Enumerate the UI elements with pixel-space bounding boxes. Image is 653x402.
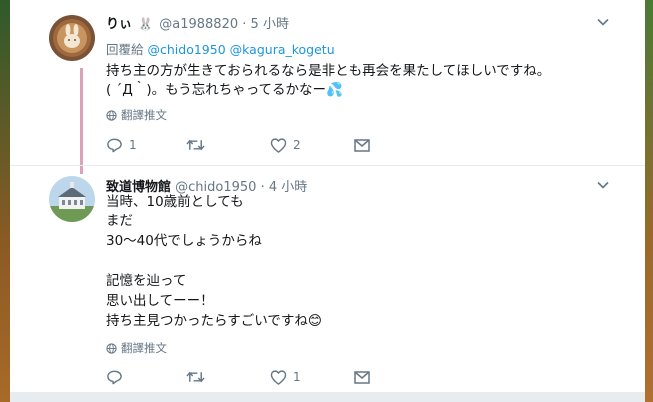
translate-label: 翻譯推文: [121, 108, 167, 122]
tweet-text-line: 30〜40代でしょうからね: [106, 233, 262, 249]
thread-connector-line: [80, 68, 83, 174]
tweet-actions: 1: [106, 369, 434, 385]
translate-tweet-link[interactable]: 翻譯推文: [106, 340, 167, 356]
globe-icon: [106, 342, 117, 354]
chevron-down-icon[interactable]: [597, 179, 609, 191]
mention-link[interactable]: @kagura_kogetu: [230, 42, 335, 57]
globe-icon: [106, 109, 117, 121]
avatar-latte-art[interactable]: [49, 15, 95, 61]
translate-label: 翻譯推文: [121, 341, 167, 355]
tweet-text-line: ( ´Д｀)。もう忘れちゃってるかなー💦: [106, 82, 343, 98]
separator: ·: [260, 180, 265, 195]
envelope-icon: [354, 138, 370, 152]
mention-link[interactable]: @chido1950: [148, 42, 226, 57]
tweet-text-line: 持ち主の方が生きておられるなら是非とも再会を果たしてほしいですね。: [106, 63, 551, 79]
tweet-2[interactable]: 致道博物館 @chido1950 · 4 小時 当時、10歳前としても まだ 3…: [10, 166, 645, 392]
timestamp[interactable]: 4 小時: [269, 180, 307, 195]
tweet-header: りぃ 🐰 @a1988820 · 5 小時: [106, 13, 289, 32]
tweet-text-line: 持ち主見つかったらすごいですね😊: [106, 313, 322, 329]
reply-icon: [107, 370, 122, 385]
like-count: 1: [293, 370, 301, 384]
retweet-icon: [186, 139, 205, 151]
handle[interactable]: @a1988820: [159, 17, 238, 32]
like-button[interactable]: 2: [266, 137, 350, 153]
tweet-text-line: 当時、10歳前としても: [106, 194, 244, 210]
reply-prefix: 回覆給: [106, 42, 144, 57]
tweet-thread-card: りぃ 🐰 @a1988820 · 5 小時 回覆給 @chido1950 @ka…: [10, 0, 645, 402]
timestamp[interactable]: 5 小時: [251, 17, 289, 32]
background-left-edge: [0, 0, 10, 402]
direct-message-button[interactable]: [350, 138, 434, 152]
envelope-icon: [354, 370, 370, 384]
tweet-text-line: 思い出してーー！: [106, 293, 214, 309]
reply-count: 1: [129, 138, 137, 152]
tweet-1[interactable]: りぃ 🐰 @a1988820 · 5 小時 回覆給 @chido1950 @ka…: [10, 0, 645, 165]
like-button[interactable]: 1: [266, 369, 350, 385]
tweet-text-line: 記憶を辿って: [106, 273, 187, 289]
background-right-edge: [645, 0, 653, 402]
translate-tweet-link[interactable]: 翻譯推文: [106, 107, 167, 123]
reply-button[interactable]: 1: [106, 137, 186, 153]
heart-icon: [270, 369, 287, 385]
retweet-icon: [186, 371, 205, 383]
tweet-actions: 1 2: [106, 137, 434, 153]
chevron-down-icon[interactable]: [597, 16, 609, 28]
rabbit-emoji: 🐰: [138, 17, 154, 31]
retweet-button[interactable]: [186, 370, 266, 384]
direct-message-button[interactable]: [350, 370, 434, 384]
tweet-text-line: まだ: [106, 213, 133, 229]
avatar-museum-building[interactable]: [49, 176, 95, 222]
card-bottom-border: [10, 392, 645, 402]
like-count: 2: [293, 138, 301, 152]
display-name[interactable]: りぃ: [106, 17, 132, 32]
retweet-button[interactable]: [186, 138, 266, 152]
separator: ·: [242, 17, 247, 32]
reply-icon: [107, 138, 122, 153]
reply-to-line: 回覆給 @chido1950 @kagura_kogetu: [106, 39, 335, 58]
heart-icon: [270, 137, 287, 153]
reply-button[interactable]: [106, 369, 186, 385]
